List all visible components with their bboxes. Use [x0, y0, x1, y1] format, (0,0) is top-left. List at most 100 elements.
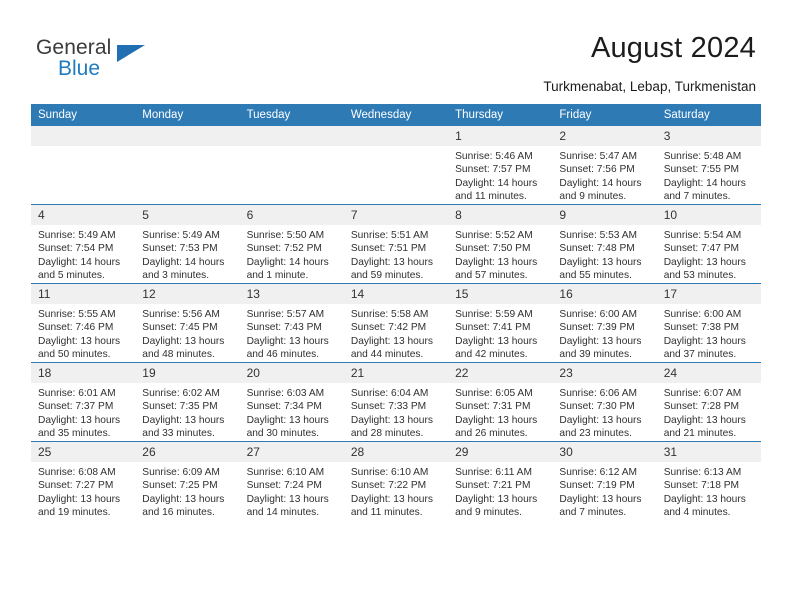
day-number: 24	[656, 363, 761, 383]
calendar-day-cell[interactable]: 24 Sunrise: 6:07 AM Sunset: 7:28 PM Dayligh…	[656, 362, 761, 442]
daylight-duration-line1: Daylight: 13 hours	[350, 256, 433, 268]
day-details: Sunrise: 5:49 AM Sunset: 7:53 PM Daylight:…	[135, 225, 239, 283]
calendar-day-cell[interactable]: 21 Sunrise: 6:04 AM Sunset: 7:33 PM Dayligh…	[343, 362, 449, 442]
calendar-week-row: 1 Sunrise: 5:46 AM Sunset: 7:57 PM Daylight…	[31, 126, 761, 205]
calendar-day-cell[interactable]: 5 Sunrise: 5:49 AM Sunset: 7:53 PM Daylight…	[135, 204, 240, 284]
calendar-day-cell[interactable]: 16 Sunrise: 6:00 AM Sunset: 7:39 PM Dayligh…	[552, 283, 657, 363]
calendar-week-row: 11 Sunrise: 5:55 AM Sunset: 7:46 PM Dayligh…	[31, 283, 761, 363]
day-number: 8	[448, 205, 553, 225]
daylight-duration-line2: and 9 minutes.	[455, 507, 522, 519]
calendar-day-cell[interactable]: 1 Sunrise: 5:46 AM Sunset: 7:57 PM Daylight…	[448, 126, 553, 205]
sunrise-time: Sunrise: 6:06 AM	[559, 388, 637, 399]
calendar-day-cell[interactable]: 2 Sunrise: 5:47 AM Sunset: 7:56 PM Daylight…	[552, 126, 657, 205]
daylight-duration-line1: Daylight: 14 hours	[38, 256, 121, 268]
weekday-header-monday: Monday	[135, 104, 240, 126]
calendar-day-cell[interactable]: 20 Sunrise: 6:03 AM Sunset: 7:34 PM Dayligh…	[239, 362, 344, 442]
calendar-body: 1 Sunrise: 5:46 AM Sunset: 7:57 PM Daylight…	[31, 126, 761, 520]
calendar-day-cell[interactable]: 8 Sunrise: 5:52 AM Sunset: 7:50 PM Daylight…	[448, 204, 553, 284]
calendar-day-cell[interactable]: 18 Sunrise: 6:01 AM Sunset: 7:37 PM Dayligh…	[31, 362, 136, 442]
day-number: 10	[656, 205, 761, 225]
daylight-duration-line1: Daylight: 13 hours	[142, 493, 225, 505]
sunrise-time: Sunrise: 5:49 AM	[38, 230, 116, 241]
calendar-day-cell[interactable]: 7 Sunrise: 5:51 AM Sunset: 7:51 PM Daylight…	[343, 204, 449, 284]
sunset-time: Sunset: 7:47 PM	[663, 243, 740, 255]
day-details: Sunrise: 6:11 AM Sunset: 7:21 PM Daylight:…	[448, 462, 552, 520]
day-details: Sunrise: 6:13 AM Sunset: 7:18 PM Daylight:…	[657, 462, 761, 520]
sunrise-time: Sunrise: 6:08 AM	[38, 467, 116, 478]
calendar-day-cell[interactable]: 14 Sunrise: 5:58 AM Sunset: 7:42 PM Dayligh…	[343, 283, 449, 363]
day-number: 21	[343, 363, 449, 383]
calendar-day-cell[interactable]: 23 Sunrise: 6:06 AM Sunset: 7:30 PM Dayligh…	[552, 362, 657, 442]
calendar-day-cell[interactable]: 26 Sunrise: 6:09 AM Sunset: 7:25 PM Dayligh…	[135, 441, 240, 520]
calendar-day-cell[interactable]: 31 Sunrise: 6:13 AM Sunset: 7:18 PM Dayligh…	[656, 441, 761, 520]
day-details: Sunrise: 6:12 AM Sunset: 7:19 PM Daylight:…	[552, 462, 656, 520]
weekday-header-tuesday: Tuesday	[239, 104, 344, 126]
day-number: 9	[552, 205, 657, 225]
day-details: Sunrise: 6:01 AM Sunset: 7:37 PM Daylight:…	[31, 383, 135, 441]
sunrise-time: Sunrise: 6:10 AM	[350, 467, 429, 478]
day-number: 12	[135, 284, 240, 304]
daylight-duration-line2: and 16 minutes.	[142, 507, 215, 519]
calendar-day-cell[interactable]: 10 Sunrise: 5:54 AM Sunset: 7:47 PM Dayligh…	[656, 204, 761, 284]
daylight-duration-line2: and 19 minutes.	[38, 507, 111, 519]
daylight-duration-line1: Daylight: 14 hours	[142, 256, 225, 268]
day-details: Sunrise: 5:52 AM Sunset: 7:50 PM Daylight:…	[448, 225, 552, 283]
daylight-duration-line2: and 7 minutes.	[663, 191, 731, 203]
sunset-time: Sunset: 7:28 PM	[663, 401, 740, 413]
calendar-day-cell[interactable]: 25 Sunrise: 6:08 AM Sunset: 7:27 PM Dayligh…	[31, 441, 136, 520]
calendar-day-cell[interactable]: 13 Sunrise: 5:57 AM Sunset: 7:43 PM Dayligh…	[239, 283, 344, 363]
day-details: Sunrise: 5:55 AM Sunset: 7:46 PM Daylight:…	[31, 304, 135, 362]
calendar-day-cell[interactable]: 30 Sunrise: 6:12 AM Sunset: 7:19 PM Dayligh…	[552, 441, 657, 520]
calendar-day-cell[interactable]: 3 Sunrise: 5:48 AM Sunset: 7:55 PM Daylight…	[656, 126, 761, 205]
day-details: Sunrise: 5:53 AM Sunset: 7:48 PM Daylight:…	[552, 225, 656, 283]
sunrise-time: Sunrise: 5:56 AM	[142, 309, 220, 320]
calendar-day-cell[interactable]: 19 Sunrise: 6:02 AM Sunset: 7:35 PM Dayligh…	[135, 362, 240, 442]
day-details: Sunrise: 6:00 AM Sunset: 7:39 PM Daylight:…	[552, 304, 656, 362]
daylight-duration-line2: and 39 minutes.	[559, 349, 632, 361]
day-number: 27	[239, 442, 344, 462]
calendar-day-cell[interactable]: 11 Sunrise: 5:55 AM Sunset: 7:46 PM Dayligh…	[31, 283, 136, 363]
sunrise-time: Sunrise: 6:09 AM	[142, 467, 220, 478]
sunset-time: Sunset: 7:22 PM	[350, 480, 427, 492]
calendar-day-cell[interactable]: 12 Sunrise: 5:56 AM Sunset: 7:45 PM Dayligh…	[135, 283, 240, 363]
calendar-day-cell[interactable]: 4 Sunrise: 5:49 AM Sunset: 7:54 PM Daylight…	[31, 204, 136, 284]
sunrise-time: Sunrise: 5:52 AM	[455, 230, 533, 241]
calendar-day-cell[interactable]: 27 Sunrise: 6:10 AM Sunset: 7:24 PM Dayligh…	[239, 441, 344, 520]
weekday-header-wednesday: Wednesday	[343, 104, 449, 126]
calendar-day-cell[interactable]: 29 Sunrise: 6:11 AM Sunset: 7:21 PM Dayligh…	[448, 441, 553, 520]
calendar-day-cell[interactable]: 9 Sunrise: 5:53 AM Sunset: 7:48 PM Daylight…	[552, 204, 657, 284]
daylight-duration-line2: and 26 minutes.	[455, 428, 528, 440]
daylight-duration-line1: Daylight: 14 hours	[559, 177, 642, 189]
sunrise-time: Sunrise: 6:00 AM	[663, 309, 742, 320]
day-details: Sunrise: 6:09 AM Sunset: 7:25 PM Daylight:…	[135, 462, 239, 520]
daylight-duration-line1: Daylight: 13 hours	[142, 414, 225, 426]
day-number	[31, 126, 136, 146]
general-blue-logo[interactable]: General Blue	[36, 36, 176, 82]
calendar-day-cell[interactable]: 17 Sunrise: 6:00 AM Sunset: 7:38 PM Dayligh…	[656, 283, 761, 363]
calendar-day-cell[interactable]: 6 Sunrise: 5:50 AM Sunset: 7:52 PM Daylight…	[239, 204, 344, 284]
daylight-duration-line2: and 44 minutes.	[350, 349, 424, 361]
day-number: 2	[552, 126, 657, 146]
daylight-duration-line1: Daylight: 13 hours	[350, 335, 433, 347]
daylight-duration-line2: and 1 minute.	[246, 270, 309, 282]
calendar-day-cell-empty	[239, 126, 344, 205]
daylight-duration-line2: and 50 minutes.	[38, 349, 111, 361]
calendar-day-cell[interactable]: 28 Sunrise: 6:10 AM Sunset: 7:22 PM Dayligh…	[343, 441, 449, 520]
daylight-duration-line2: and 37 minutes.	[663, 349, 737, 361]
sunrise-time: Sunrise: 6:10 AM	[246, 467, 325, 478]
daylight-duration-line1: Daylight: 13 hours	[559, 414, 642, 426]
day-number: 1	[448, 126, 553, 146]
calendar-day-cell[interactable]: 22 Sunrise: 6:05 AM Sunset: 7:31 PM Dayligh…	[448, 362, 553, 442]
day-number: 7	[343, 205, 449, 225]
calendar-day-cell[interactable]: 15 Sunrise: 5:59 AM Sunset: 7:41 PM Dayligh…	[448, 283, 553, 363]
calendar-week-row: 25 Sunrise: 6:08 AM Sunset: 7:27 PM Dayligh…	[31, 441, 761, 520]
day-number: 25	[31, 442, 136, 462]
sunrise-time: Sunrise: 5:58 AM	[350, 309, 429, 320]
sunrise-time: Sunrise: 5:48 AM	[663, 151, 742, 162]
day-number	[343, 126, 449, 146]
sunset-time: Sunset: 7:33 PM	[350, 401, 427, 413]
daylight-duration-line2: and 59 minutes.	[350, 270, 424, 282]
day-number: 16	[552, 284, 657, 304]
sunset-time: Sunset: 7:35 PM	[142, 401, 218, 413]
calendar-day-cell-empty	[31, 126, 136, 205]
